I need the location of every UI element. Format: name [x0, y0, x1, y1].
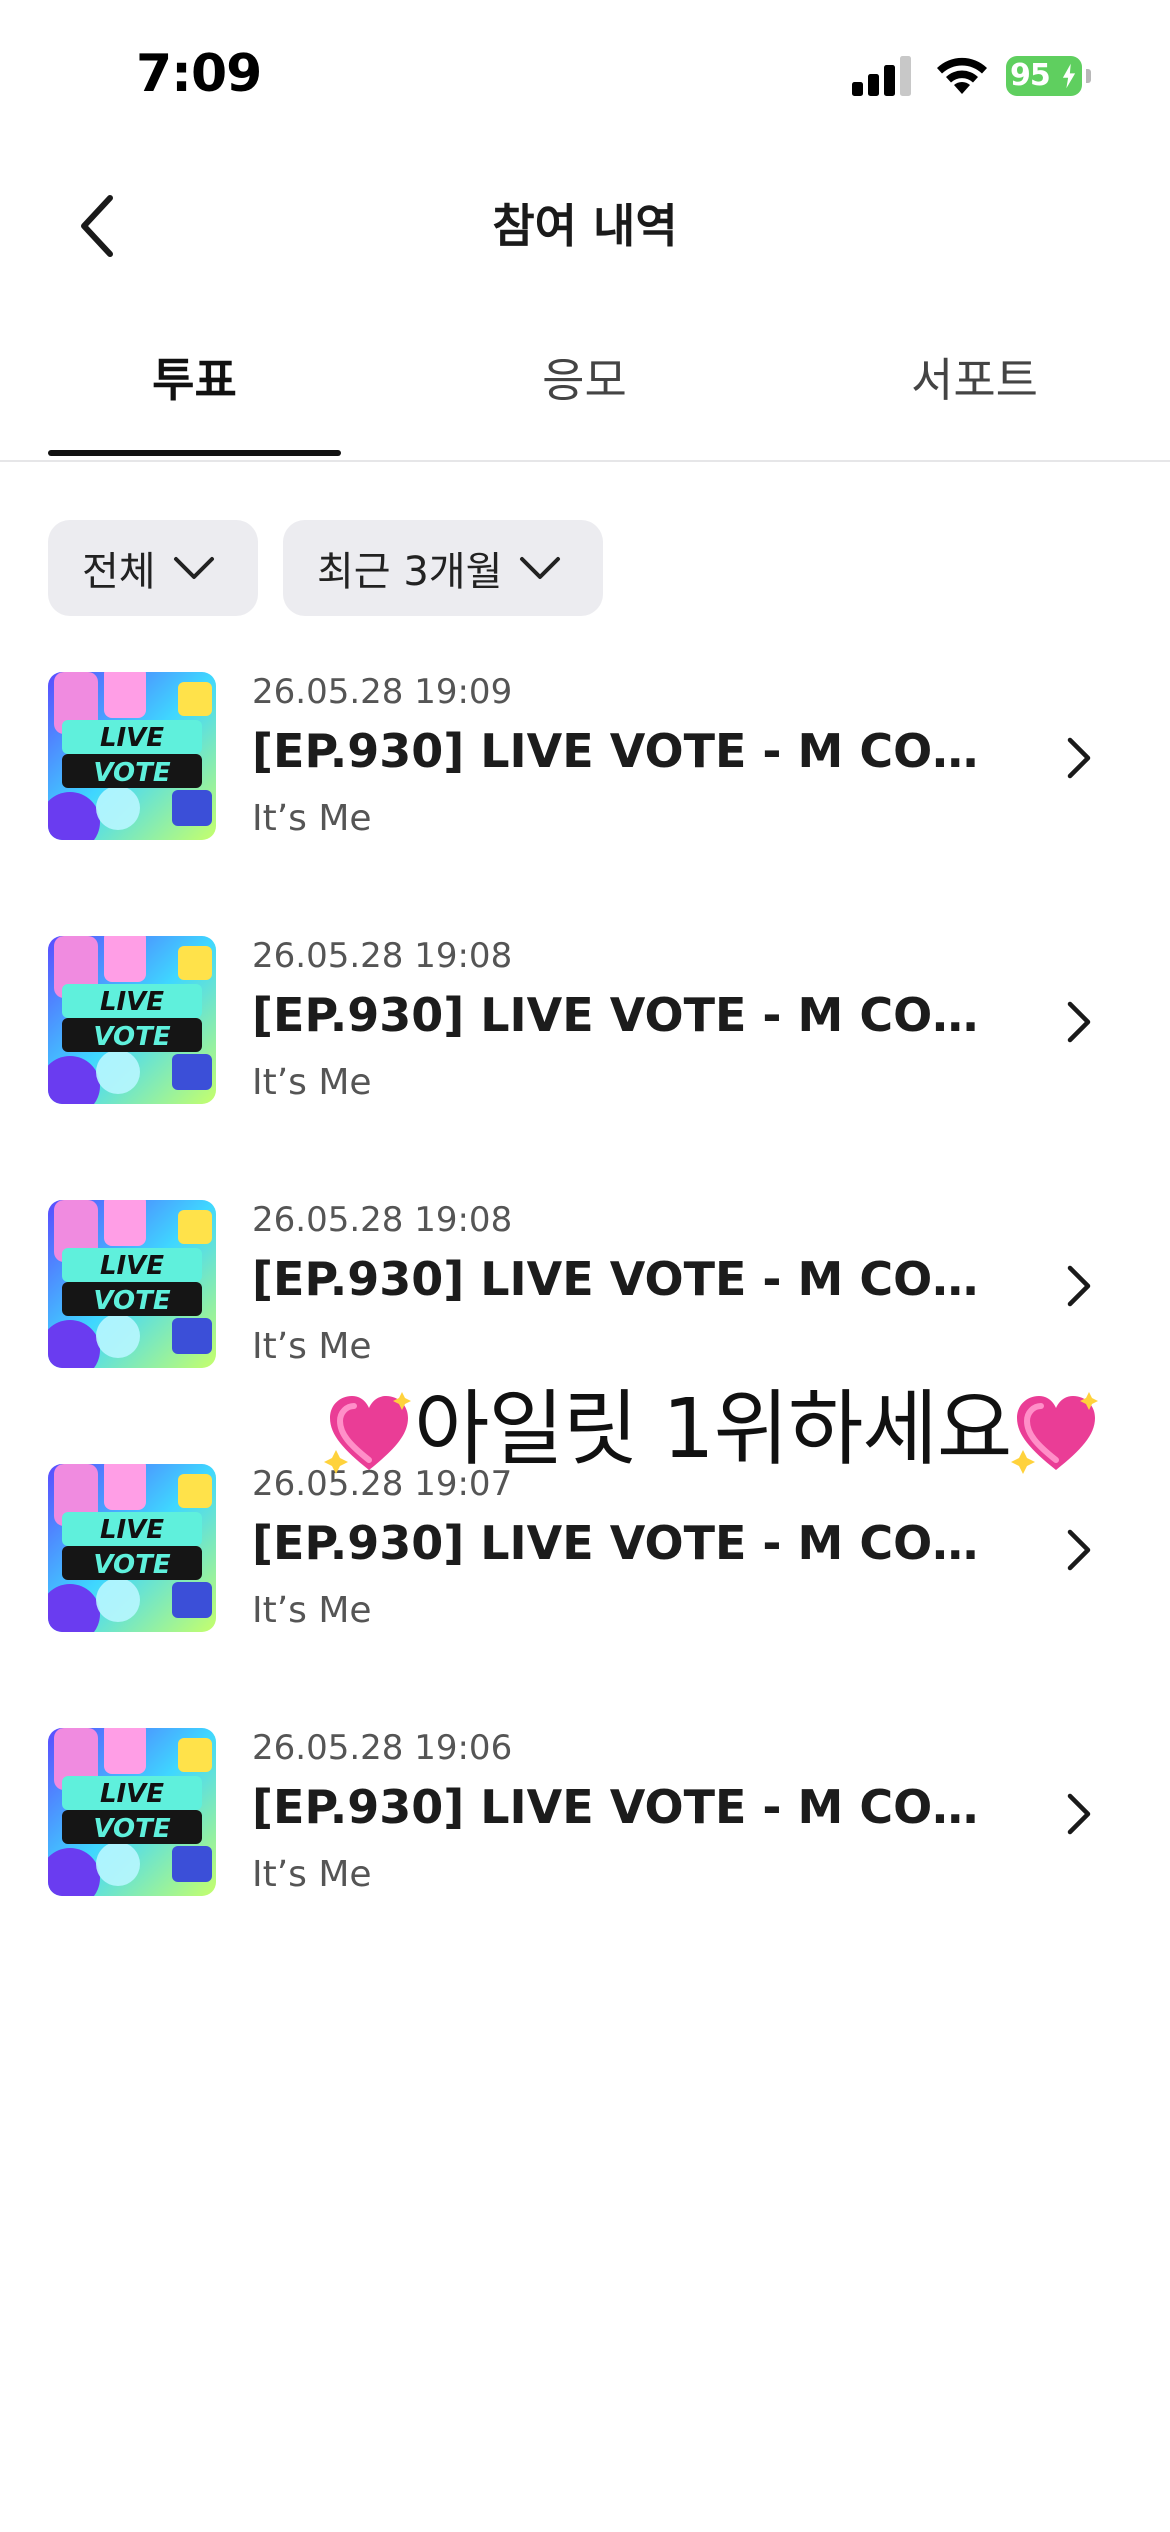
item-subtitle: It’s Me — [252, 1326, 372, 1367]
item-subtitle: It’s Me — [252, 1590, 372, 1631]
status-bar: 7:09 95 — [0, 0, 1170, 150]
cheer-overlay-text: 아일릿 1위하세요 — [324, 1362, 1101, 1481]
item-subtitle: It’s Me — [252, 798, 372, 839]
live-vote-thumbnail-image: LIVE VOTE — [48, 1200, 216, 1368]
live-vote-thumbnail-image: LIVE VOTE — [48, 936, 216, 1104]
page-title: 참여 내역 — [492, 199, 678, 253]
thumbnail-vote-text: VOTE — [93, 1814, 171, 1844]
live-vote-thumbnail: LIVE VOTE — [48, 672, 216, 840]
filter-all-dropdown[interactable]: 전체 — [48, 520, 258, 616]
tab-bar: 투표 응모 서포트 — [0, 340, 1170, 462]
item-title: [EP.930] LIVE VOTE - M COUNTDOWN — [252, 1780, 992, 1834]
item-date: 26.05.28 19:08 — [252, 936, 513, 976]
thumbnail-live-text: LIVE — [100, 987, 164, 1017]
live-vote-thumbnail: LIVE VOTE — [48, 936, 216, 1104]
tab-support[interactable]: 서포트 — [828, 340, 1121, 458]
item-title: [EP.930] LIVE VOTE - M COUNTDOWN — [252, 1252, 992, 1306]
charging-bolt-icon — [1062, 63, 1076, 89]
live-vote-thumbnail-image: LIVE VOTE — [48, 672, 216, 840]
thumbnail-vote-text: VOTE — [93, 1022, 171, 1052]
item-subtitle: It’s Me — [252, 1854, 372, 1895]
chevron-down-icon — [520, 557, 561, 579]
chevron-down-icon — [173, 557, 214, 579]
live-vote-thumbnail: LIVE VOTE — [48, 1728, 216, 1896]
chevron-right-icon — [1067, 1529, 1091, 1571]
chevron-right-icon — [1067, 1265, 1091, 1307]
list-item[interactable]: LIVE VOTE 26.05.28 19:08 [EP.930] LIVE V… — [0, 936, 1170, 1156]
thumbnail-live-text: LIVE — [100, 1515, 164, 1545]
sparkling-heart-icon — [324, 1391, 411, 1474]
tab-entry[interactable]: 응모 — [438, 340, 731, 458]
filter-all-label: 전체 — [82, 549, 156, 595]
sparkling-heart-icon — [1011, 1391, 1099, 1474]
live-vote-thumbnail-image: LIVE VOTE — [48, 1728, 216, 1896]
thumbnail-live-text: LIVE — [100, 723, 164, 753]
item-subtitle: It’s Me — [252, 1062, 372, 1103]
live-vote-thumbnail-image: LIVE VOTE — [48, 1464, 216, 1632]
active-tab-indicator — [48, 450, 341, 456]
battery-indicator: 95 — [1006, 56, 1092, 96]
thumbnail-live-text: LIVE — [100, 1251, 164, 1281]
item-date: 26.05.28 19:09 — [252, 672, 513, 712]
thumbnail-vote-text: VOTE — [93, 758, 171, 788]
list-item[interactable]: LIVE VOTE 26.05.28 19:09 [EP.930] LIVE V… — [0, 672, 1170, 892]
item-date: 26.05.28 19:08 — [252, 1200, 513, 1240]
cheer-text: 아일릿 1위하세요 — [414, 1382, 1012, 1477]
cellular-signal-icon — [852, 56, 911, 96]
item-date: 26.05.28 19:06 — [252, 1728, 513, 1768]
chevron-right-icon — [1067, 1001, 1091, 1043]
battery-body: 95 — [1006, 56, 1082, 96]
status-time: 7:09 — [136, 44, 262, 104]
tab-vote[interactable]: 투표 — [48, 340, 341, 458]
item-title: [EP.930] LIVE VOTE - M COUNTDOWN — [252, 724, 992, 778]
item-title: [EP.930] LIVE VOTE - M COUNTDOWN — [252, 988, 992, 1042]
live-vote-thumbnail: LIVE VOTE — [48, 1200, 216, 1368]
battery-level: 95 — [1010, 58, 1051, 93]
chevron-right-icon — [1067, 737, 1091, 779]
thumbnail-live-text: LIVE — [100, 1779, 164, 1809]
battery-cap — [1086, 69, 1091, 83]
thumbnail-vote-text: VOTE — [93, 1550, 171, 1580]
filter-period-label: 최근 3개월 — [317, 549, 503, 595]
list-item[interactable]: LIVE VOTE 26.05.28 19:06 [EP.930] LIVE V… — [0, 1728, 1170, 1948]
filter-period-dropdown[interactable]: 최근 3개월 — [283, 520, 603, 616]
wifi-icon — [937, 57, 987, 94]
thumbnail-vote-text: VOTE — [93, 1286, 171, 1316]
chevron-right-icon — [1067, 1793, 1091, 1835]
live-vote-thumbnail: LIVE VOTE — [48, 1464, 216, 1632]
list-item[interactable]: LIVE VOTE 26.05.28 19:07 [EP.930] LIVE V… — [0, 1464, 1170, 1684]
item-title: [EP.930] LIVE VOTE - M COUNTDOWN — [252, 1516, 992, 1570]
